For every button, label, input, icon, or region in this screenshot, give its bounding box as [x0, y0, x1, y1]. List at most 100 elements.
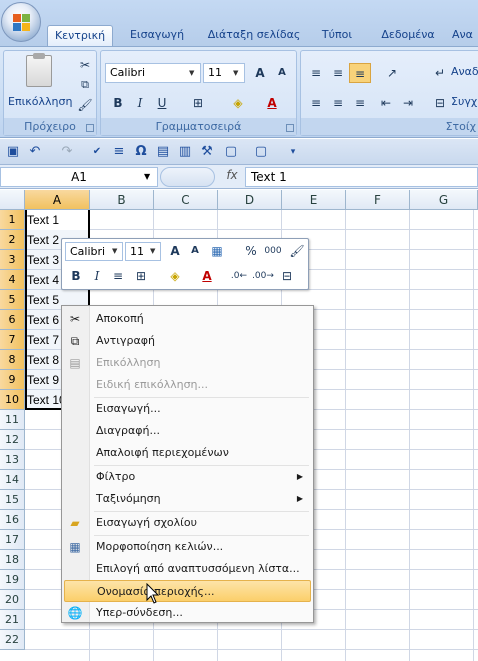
mini-center-icon[interactable]: ≡: [107, 266, 129, 286]
column-header[interactable]: F: [346, 190, 410, 210]
row-header[interactable]: 21: [0, 610, 25, 630]
insert-function-icon[interactable]: fx: [222, 168, 242, 186]
name-box-dropdown-icon[interactable]: ▼: [144, 167, 158, 187]
formula-bar-splitter[interactable]: [160, 167, 215, 187]
underline-button[interactable]: U: [151, 93, 173, 113]
row-header[interactable]: 16: [0, 510, 25, 530]
tab-review[interactable]: Ανα: [452, 25, 478, 46]
row-header[interactable]: 9: [0, 370, 25, 390]
mini-italic-button[interactable]: I: [86, 266, 108, 286]
cut-icon[interactable]: ✂: [74, 55, 96, 75]
cell[interactable]: Text 5: [27, 290, 59, 310]
fill-color-icon[interactable]: ◈: [227, 93, 249, 113]
column-header[interactable]: A: [25, 190, 90, 210]
mini-grow-font-icon[interactable]: A: [164, 241, 186, 261]
tab-page-layout[interactable]: Διάταξη σελίδας: [202, 25, 306, 46]
mini-thousands-button[interactable]: 000: [262, 241, 284, 261]
font-name-dropdown-icon[interactable]: ▼: [189, 63, 201, 83]
menu-item-name-range[interactable]: Ονομασία περιοχής...: [64, 580, 311, 602]
menu-item-sort[interactable]: Ταξινόμηση ▶: [64, 488, 311, 510]
mini-shrink-font-icon[interactable]: A: [184, 241, 206, 261]
mini-decrease-decimal-icon[interactable]: .00→: [252, 266, 274, 286]
menu-item-filter[interactable]: Φίλτρο ▶: [64, 466, 311, 488]
column-header[interactable]: D: [218, 190, 282, 210]
borders-qat-icon[interactable]: ≡: [110, 143, 128, 161]
menu-item-paste-special[interactable]: Ειδική επικόλληση...: [64, 374, 311, 396]
cell[interactable]: Text 6: [27, 310, 59, 330]
color-icon[interactable]: ▢: [252, 143, 270, 161]
select-all-corner[interactable]: [0, 190, 25, 210]
tools-icon[interactable]: ⚒: [198, 143, 216, 161]
row-header[interactable]: 2: [0, 230, 25, 250]
mini-bold-button[interactable]: B: [65, 266, 87, 286]
customize-qat-icon[interactable]: ▾: [284, 143, 302, 161]
menu-item-insert-comment[interactable]: ▰ Εισαγωγή σχολίου: [64, 512, 311, 534]
row-header[interactable]: 6: [0, 310, 25, 330]
orientation-icon[interactable]: ↗: [381, 63, 403, 83]
cell[interactable]: Text 2: [27, 230, 59, 250]
cell[interactable]: Text 7: [27, 330, 59, 350]
row-header[interactable]: 11: [0, 410, 25, 430]
mini-accounting-icon[interactable]: ▦: [206, 241, 228, 261]
mini-borders-icon[interactable]: ⊞: [130, 266, 152, 286]
cell-a1[interactable]: Text 1: [27, 210, 88, 230]
font-name-box[interactable]: Calibri: [105, 63, 201, 83]
row-header[interactable]: 7: [0, 330, 25, 350]
cell[interactable]: Text 9: [27, 370, 59, 390]
dialog-launcher-icon[interactable]: [86, 124, 94, 132]
picture-icon[interactable]: ▤: [154, 143, 172, 161]
menu-item-clear-contents[interactable]: Απαλοιφή περιεχομένων: [64, 442, 311, 464]
paste-button[interactable]: Επικόλληση: [8, 53, 72, 115]
undo-icon[interactable]: ↶: [26, 143, 44, 161]
row-header[interactable]: 15: [0, 490, 25, 510]
menu-item-paste[interactable]: ▤ Επικόλληση: [64, 352, 311, 374]
menu-item-insert[interactable]: Εισαγωγή...: [64, 398, 311, 420]
align-middle-icon[interactable]: ≡: [327, 63, 349, 83]
spelling-icon[interactable]: ✔: [88, 143, 106, 161]
row-header[interactable]: 22: [0, 630, 25, 650]
align-right-icon[interactable]: ≡: [349, 93, 371, 113]
menu-item-pick-from-list[interactable]: Επιλογή από αναπτυσσόμενη λίστα...: [64, 558, 311, 580]
row-header[interactable]: 8: [0, 350, 25, 370]
row-header[interactable]: 4: [0, 270, 25, 290]
row-header[interactable]: 17: [0, 530, 25, 550]
symbol-icon[interactable]: Ω: [132, 143, 150, 161]
tab-data[interactable]: Δεδομένα: [371, 25, 445, 46]
row-header[interactable]: 13: [0, 450, 25, 470]
bold-button[interactable]: B: [107, 93, 129, 113]
column-header[interactable]: C: [154, 190, 218, 210]
formula-input[interactable]: Text 1: [245, 167, 478, 187]
shrink-font-icon[interactable]: A: [271, 63, 293, 83]
align-bottom-icon[interactable]: ≡: [349, 63, 371, 83]
mini-font-dropdown-icon[interactable]: ▼: [112, 242, 122, 261]
tab-insert[interactable]: Εισαγωγή: [121, 25, 193, 46]
font-dialog-launcher-icon[interactable]: [286, 124, 294, 132]
column-header[interactable]: G: [410, 190, 478, 210]
form-icon[interactable]: ▥: [176, 143, 194, 161]
row-header[interactable]: 3: [0, 250, 25, 270]
row-header[interactable]: 10: [0, 390, 25, 410]
row-header[interactable]: 19: [0, 570, 25, 590]
column-header[interactable]: E: [282, 190, 346, 210]
redo-icon[interactable]: ↷: [58, 143, 76, 161]
copy-icon[interactable]: ⧉: [74, 75, 96, 95]
borders-icon[interactable]: ⊞: [187, 93, 209, 113]
office-button[interactable]: [1, 2, 41, 42]
mini-percent-button[interactable]: %: [240, 241, 262, 261]
cell[interactable]: Text 10: [27, 390, 66, 410]
mini-increase-decimal-icon[interactable]: .0←: [228, 266, 250, 286]
cell[interactable]: Text 3: [27, 250, 59, 270]
merge-icon[interactable]: ⊟: [429, 93, 451, 113]
cell[interactable]: Text 4: [27, 270, 59, 290]
row-header[interactable]: 1: [0, 210, 25, 230]
row-header[interactable]: 18: [0, 550, 25, 570]
row-header[interactable]: 14: [0, 470, 25, 490]
tab-formulas[interactable]: Τύποι: [312, 25, 362, 46]
decrease-indent-icon[interactable]: ⇤: [375, 93, 397, 113]
menu-item-hyperlink[interactable]: 🌐 Υπερ-σύνδεση...: [64, 602, 311, 624]
cell[interactable]: Text 8: [27, 350, 59, 370]
font-color-icon[interactable]: A: [261, 93, 283, 113]
font-size-dropdown-icon[interactable]: ▼: [233, 63, 245, 83]
menu-item-cut[interactable]: ✂ Αποκοπή: [64, 308, 311, 330]
align-top-icon[interactable]: ≡: [305, 63, 327, 83]
